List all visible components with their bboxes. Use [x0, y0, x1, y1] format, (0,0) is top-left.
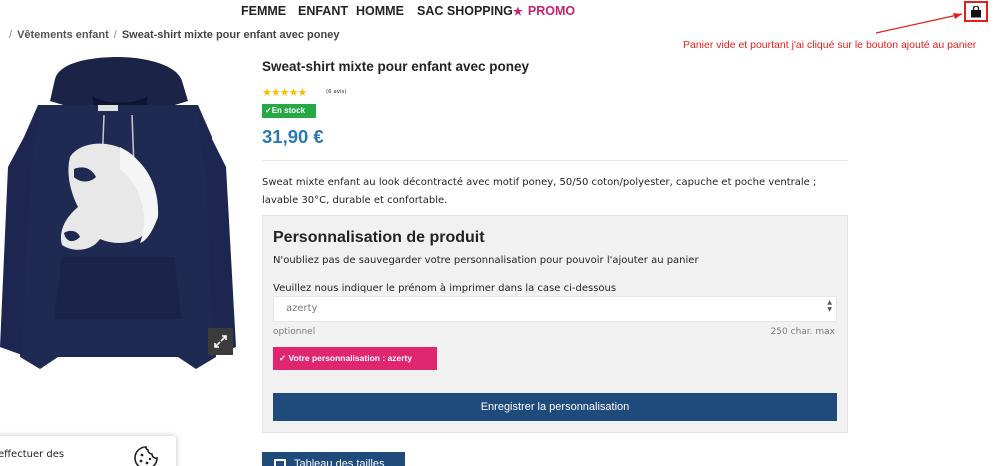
check-icon: ✓: [265, 106, 272, 115]
expand-icon: [214, 335, 227, 348]
annotation-text: Panier vide et pourtant j'ai cliqué sur …: [683, 39, 977, 51]
nav-item-sac-shopping[interactable]: SAC SHOPPING: [417, 4, 513, 18]
breadcrumb-separator: /: [9, 29, 13, 41]
stock-label: En stock: [271, 106, 306, 115]
nav-item-homme[interactable]: HOMME: [356, 4, 404, 18]
personalisation-badge-label: Votre personnalisation : azerty: [288, 353, 413, 363]
product-price: 31,90 €: [262, 126, 324, 147]
star-icon: ★: [513, 6, 523, 18]
product-description: Sweat mixte enfant au look décontracté a…: [262, 177, 817, 206]
personalisation-field-label: Veuillez nous indiquer le prénom à impri…: [273, 283, 617, 294]
cookie-text: effectuer des: [0, 449, 65, 460]
product-title: Sweat-shirt mixte pour enfant avec poney: [262, 59, 530, 74]
breadcrumb-current: Sweat-shirt mixte pour enfant avec poney: [121, 29, 340, 41]
nav-item-femme[interactable]: FEMME: [241, 4, 286, 18]
reviews-count[interactable]: (6 avis): [326, 89, 347, 95]
divider: [262, 160, 848, 161]
breadcrumb-item-vetements-enfant[interactable]: Vêtements enfant: [17, 29, 109, 41]
personalisation-textarea[interactable]: azerty ▲ ▼: [273, 296, 837, 322]
zoom-button[interactable]: [208, 328, 233, 355]
rating-stars-icon: ★★★★★: [262, 86, 307, 99]
optional-label: optionnel: [273, 327, 316, 337]
max-chars-label: 250 char. max: [770, 327, 835, 337]
personalisation-title: Personnalisation de produit: [273, 229, 485, 246]
cookie-icon[interactable]: [133, 445, 159, 466]
breadcrumb: / Vêtements enfant / Sweat-shirt mixte pour…: [4, 29, 339, 41]
scroll-arrows-icon[interactable]: ▲ ▼: [827, 299, 832, 313]
nav-item-enfant[interactable]: ENFANT: [298, 4, 348, 18]
personalisation-saved-badge: ✓ Votre personnalisation : azerty: [273, 347, 437, 370]
personalisation-value: azerty: [286, 303, 318, 314]
size-table-button[interactable]: Tableau des tailles: [262, 452, 405, 466]
cookie-banner: effectuer des: [0, 436, 176, 466]
breadcrumb-separator: /: [113, 29, 117, 41]
top-navigation: FEMME ENFANT HOMME SAC SHOPPING ★ PROMO: [0, 0, 1000, 22]
personalisation-note: N'oubliez pas de sauvegarder votre perso…: [273, 255, 699, 266]
shopping-bag-icon: [971, 6, 981, 18]
nav-promo-label: PROMO: [527, 4, 576, 18]
stock-badge: ✓En stock: [262, 104, 316, 118]
size-table-label: Tableau des tailles: [294, 458, 385, 466]
personalisation-panel: Personnalisation de produit N'oubliez pa…: [262, 215, 848, 433]
cart-button[interactable]: [964, 1, 988, 22]
product-image[interactable]: [0, 57, 236, 373]
table-icon: [274, 459, 286, 466]
save-personalisation-button[interactable]: Enregistrer la personnalisation: [273, 393, 837, 421]
nav-item-promo[interactable]: ★ PROMO: [513, 4, 575, 18]
